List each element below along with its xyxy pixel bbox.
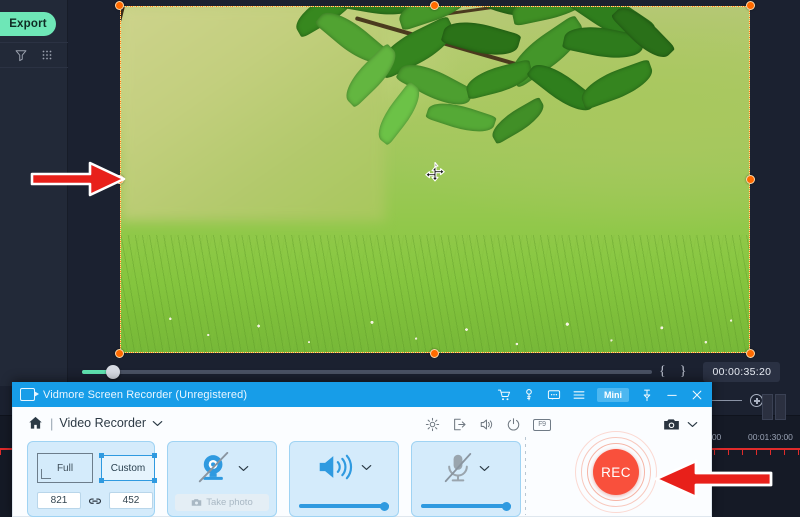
camera-icon [191,498,202,507]
lock-aspect-icon[interactable] [88,495,102,507]
chevron-down-icon[interactable] [687,421,698,428]
custom-region-button[interactable]: Custom [101,455,155,481]
system-sound-card [289,441,399,517]
take-photo-label: Take photo [206,497,252,508]
screenshot-root: Export [0,0,800,517]
pin-icon[interactable] [640,388,654,402]
rec-button-area: REC [575,431,657,513]
region-handle [152,453,157,458]
resize-handle-top-right[interactable] [746,1,755,10]
system-volume-fill [299,504,389,508]
timeline-clip[interactable] [762,394,773,420]
grid-icon[interactable] [40,48,54,62]
timecode-display: 00:00:35:20 [703,362,780,382]
mic-volume-slider[interactable] [421,504,511,508]
power-icon[interactable] [506,417,521,432]
webcam-control-row [168,452,276,484]
export-button[interactable]: Export [0,12,56,36]
sound-check-icon[interactable] [479,417,494,432]
mic-volume-knob[interactable] [502,502,511,511]
panel-divider [525,437,526,515]
tree-foliage [284,6,662,180]
webcam-off-icon[interactable] [196,452,232,484]
capture-dimensions-row: 821 452 [37,492,153,509]
chevron-down-icon[interactable] [238,465,249,472]
recorder-titlebar: Vidmore Screen Recorder (Unregistered) [12,382,712,407]
microphone-off-icon[interactable] [443,452,473,484]
resize-handle-top-left[interactable] [115,1,124,10]
resize-handle-bottom-right[interactable] [746,349,755,358]
mark-out-button[interactable]: } [680,364,687,380]
resize-handle-top-center[interactable] [430,1,439,10]
chevron-down-icon[interactable] [361,464,372,471]
speaker-on-icon[interactable] [317,452,355,482]
menu-icon[interactable] [572,388,586,402]
recorder-toolbar-icons: F9 [425,417,551,432]
sound-control-row [290,452,398,482]
hotkey-badge[interactable]: F9 [533,419,551,431]
timeline-clip[interactable] [775,394,786,420]
system-volume-knob[interactable] [380,502,389,511]
cart-icon[interactable] [497,388,511,402]
full-screen-button[interactable]: Full [37,453,93,483]
recorder-mode-label[interactable]: Video Recorder [59,416,146,430]
mic-volume-fill [421,504,511,508]
system-volume-slider[interactable] [299,504,389,508]
recorder-body: | Video Recorder [12,407,712,517]
webcam-card: Take photo [167,441,277,517]
vidmore-screen-recorder-window: Vidmore Screen Recorder (Unregistered) [12,382,712,517]
take-photo-button[interactable]: Take photo [175,494,269,511]
timeline-clip-group [762,394,786,420]
cheetah-photo [120,6,750,353]
rec-button[interactable]: REC [593,449,639,495]
region-handle [99,478,104,483]
custom-region-label: Custom [111,463,145,474]
capture-width-input[interactable]: 821 [37,492,81,509]
key-icon[interactable] [522,388,536,402]
resize-handle-middle-left[interactable] [115,175,124,184]
region-handle [152,478,157,483]
mark-in-button[interactable]: { [659,364,666,380]
home-icon[interactable] [27,415,44,431]
timeline-tick-label: 00:01:30:00 [748,432,793,442]
recorder-nav: | Video Recorder [27,415,163,431]
settings-gear-icon[interactable] [425,417,440,432]
nav-separator: | [50,416,53,431]
chevron-down-icon[interactable] [152,420,163,427]
filter-icon[interactable] [14,48,28,62]
export-arrow-icon[interactable] [452,417,467,432]
timeline-zoom-controls [712,394,763,407]
mini-mode-button[interactable]: Mini [597,388,629,402]
resize-handle-bottom-left[interactable] [115,349,124,358]
camera-icon[interactable] [663,417,680,432]
microphone-card [411,441,521,517]
display-capture-card: Full Custom 821 [27,441,155,517]
zoom-slider-knob[interactable] [106,365,120,379]
editor-tool-strip [0,42,68,68]
close-icon[interactable] [690,388,704,402]
video-preview[interactable] [120,6,750,353]
capture-mode-row: Full Custom [37,453,155,483]
chevron-down-icon[interactable] [479,465,490,472]
recorder-window-title: Vidmore Screen Recorder (Unregistered) [43,389,247,401]
recorder-titlebar-actions: Mini [497,388,704,402]
white-flowers [120,263,750,353]
region-handle [99,453,104,458]
feedback-icon[interactable] [547,388,561,402]
capture-height-input[interactable]: 452 [109,492,153,509]
recorder-option-cards: Full Custom 821 [27,441,521,517]
resize-handle-bottom-center[interactable] [430,349,439,358]
zoom-slider[interactable] [82,370,652,374]
mic-control-row [412,452,520,484]
video-camera-icon [20,388,35,401]
timeline-zoom-track[interactable] [712,400,742,402]
minimize-icon[interactable] [665,388,679,402]
resize-handle-middle-right[interactable] [746,175,755,184]
recorder-snapshot-controls [663,417,698,432]
